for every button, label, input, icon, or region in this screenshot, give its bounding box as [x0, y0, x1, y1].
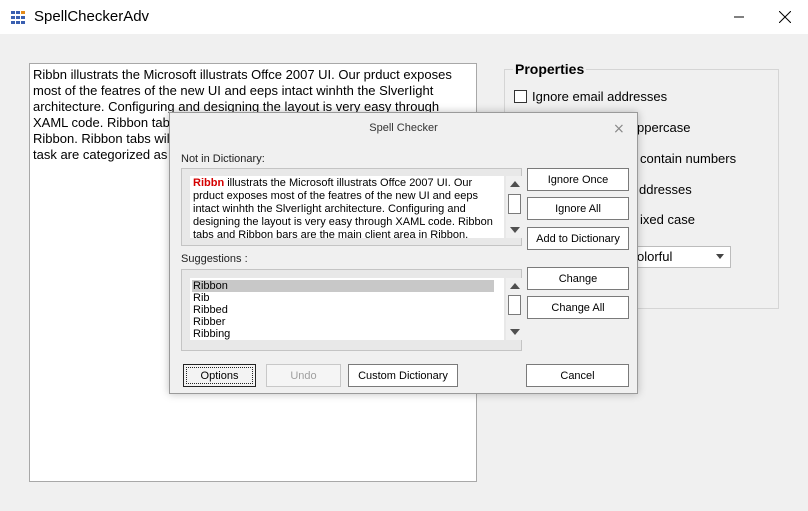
undo-button[interactable]: Undo	[266, 364, 341, 387]
close-window-button[interactable]	[762, 0, 808, 34]
scroll-down-icon[interactable]	[510, 329, 520, 335]
suggestions-frame: Ribbon Rib Ribbed Ribber Ribbing	[181, 269, 523, 351]
title-bar: SpellCheckerAdv	[0, 0, 808, 34]
suggestion-item[interactable]: Ribber	[192, 316, 494, 328]
options-button[interactable]: Options	[183, 364, 256, 387]
not-in-dictionary-frame: Ribbn illustrats the Microsoft illustrat…	[181, 168, 523, 246]
dialog-close-icon[interactable]: ×	[613, 121, 625, 137]
context-scrollbar[interactable]	[506, 176, 523, 238]
app-icon	[11, 11, 25, 25]
suggestion-item-selected[interactable]: Ribbon	[192, 280, 494, 292]
ignore-email-checkbox[interactable]	[514, 90, 527, 103]
scroll-thumb[interactable]	[508, 194, 521, 214]
context-textbox[interactable]: Ribbn illustrats the Microsoft illustrat…	[190, 176, 504, 238]
chevron-down-icon	[716, 254, 724, 259]
misspelled-word: Ribbn	[193, 177, 225, 189]
spell-checker-dialog: Spell Checker × Not in Dictionary: Ribbn…	[169, 112, 638, 394]
change-button[interactable]: Change	[527, 267, 629, 290]
properties-title: Properties	[513, 61, 587, 77]
suggestions-scrollbar[interactable]	[506, 278, 523, 340]
ignore-once-button[interactable]: Ignore Once	[527, 168, 629, 191]
minimize-icon	[734, 16, 744, 18]
context-text: illustrats the Microsoft illustrats Offc…	[193, 177, 493, 238]
window-title: SpellCheckerAdv	[34, 8, 150, 25]
ignore-email-label: Ignore email addresses	[532, 89, 668, 104]
change-all-button[interactable]: Change All	[527, 296, 629, 319]
ignore-numbers-label: contain numbers	[640, 151, 737, 166]
ignore-internet-label: ddresses	[639, 182, 692, 197]
visual-style-value: olorful	[637, 249, 673, 264]
add-to-dictionary-button[interactable]: Add to Dictionary	[527, 227, 629, 250]
scroll-thumb[interactable]	[508, 295, 521, 315]
custom-dictionary-button[interactable]: Custom Dictionary	[348, 364, 458, 387]
minimize-button[interactable]	[716, 0, 762, 34]
ignore-uppercase-label: ppercase	[637, 120, 691, 135]
suggestions-label: Suggestions :	[181, 253, 248, 265]
scroll-up-icon[interactable]	[510, 181, 520, 187]
not-in-dictionary-label: Not in Dictionary:	[181, 153, 265, 165]
suggestion-item[interactable]: Ribbing	[192, 328, 494, 340]
dialog-title: Spell Checker	[369, 122, 438, 134]
cancel-button[interactable]: Cancel	[526, 364, 629, 387]
suggestions-list[interactable]: Ribbon Rib Ribbed Ribber Ribbing	[190, 278, 504, 340]
scroll-up-icon[interactable]	[510, 283, 520, 289]
scroll-down-icon[interactable]	[510, 227, 520, 233]
suggestion-item[interactable]: Ribbed	[192, 304, 494, 316]
suggestion-item[interactable]: Rib	[192, 292, 494, 304]
ignore-all-button[interactable]: Ignore All	[527, 197, 629, 220]
visual-style-dropdown[interactable]: olorful	[630, 246, 731, 268]
ignore-mixed-case-label: ixed case	[640, 212, 695, 227]
close-icon	[779, 11, 791, 23]
